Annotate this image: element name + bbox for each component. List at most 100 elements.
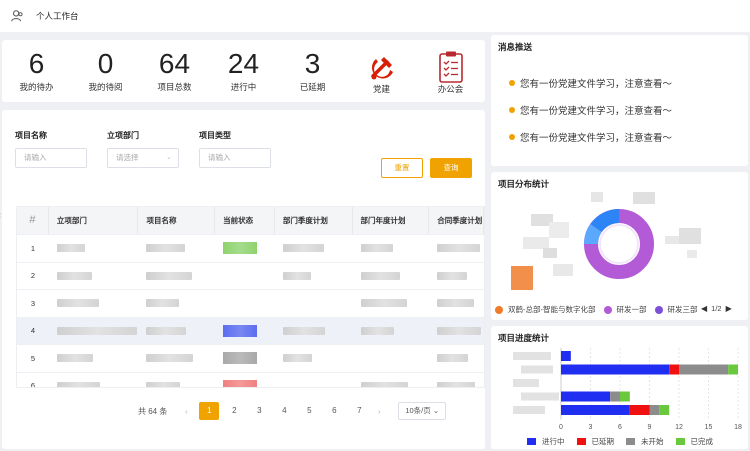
pagination-total: 共 64 条 bbox=[138, 406, 168, 416]
legend-item[interactable]: 研发三部 bbox=[654, 304, 698, 315]
clipboard-icon bbox=[438, 51, 463, 83]
chevron-left-icon[interactable]: ‹ bbox=[0, 210, 1, 221]
prev-page-icon[interactable]: ‹ bbox=[181, 407, 191, 416]
news-item[interactable]: 您有一份党建文件学习，注意查看～ bbox=[509, 96, 672, 123]
legend-prev-icon[interactable]: ◀ bbox=[701, 304, 707, 313]
page-number[interactable]: 1 bbox=[199, 402, 220, 420]
redacted-text bbox=[56, 271, 92, 280]
legend-label: 进行中 bbox=[542, 437, 565, 446]
shortcut-office-meeting[interactable]: 办公会 bbox=[416, 40, 485, 102]
page-number[interactable]: 5 bbox=[299, 402, 319, 420]
page-size-select[interactable]: 10条/页 ⌄ bbox=[398, 402, 447, 420]
legend-label: 研发一部 bbox=[616, 305, 647, 314]
legend-item[interactable]: 已延期 bbox=[576, 436, 615, 447]
table-row[interactable]: 4 bbox=[17, 316, 484, 344]
page-number[interactable]: 6 bbox=[324, 402, 344, 420]
page-number[interactable]: 7 bbox=[349, 402, 369, 420]
column-header: 合同季度计划 bbox=[429, 207, 484, 234]
stat-total-projects[interactable]: 64 项目总数 bbox=[140, 40, 209, 102]
progress-chart: 0 3 6 9 12 15 18 bbox=[513, 348, 742, 431]
bullet-dot-icon bbox=[509, 133, 515, 140]
project-table: # 立项部门 项目名称 当前状态 部门季度计划 部门年度计划 合同季度计划 1 2… bbox=[16, 206, 485, 388]
x-tick-label: 3 bbox=[589, 424, 593, 431]
page-number[interactable]: 3 bbox=[249, 402, 269, 420]
redacted-cell bbox=[138, 372, 215, 387]
legend-label: 已完成 bbox=[690, 437, 714, 446]
legend-item[interactable]: 未开始 bbox=[626, 436, 664, 447]
query-button[interactable]: 查询 bbox=[430, 158, 472, 178]
redacted-category-label bbox=[513, 352, 551, 360]
x-tick-label: 9 bbox=[648, 424, 652, 431]
table-row[interactable]: 5 bbox=[17, 344, 484, 372]
stat-value: 0 bbox=[97, 48, 114, 79]
top-bar: 个人工作台 bbox=[0, 0, 750, 32]
table-row[interactable]: 3 bbox=[17, 289, 484, 317]
stat-delayed[interactable]: 3 已延期 bbox=[278, 40, 347, 102]
redacted-cell bbox=[353, 235, 430, 262]
table-row[interactable]: 1 bbox=[17, 234, 484, 262]
legend-swatch bbox=[527, 438, 536, 445]
legend-item[interactable]: 研发一部 bbox=[603, 304, 647, 315]
stat-to-read[interactable]: 0 我的待阅 bbox=[71, 40, 140, 102]
table-row[interactable]: 6 bbox=[17, 371, 484, 387]
reset-button[interactable]: 重置 bbox=[381, 158, 423, 178]
redacted-text bbox=[437, 381, 476, 387]
project-type-input[interactable]: 请输入 bbox=[199, 148, 271, 168]
distribution-chart bbox=[511, 192, 701, 290]
redacted-cell bbox=[275, 372, 353, 387]
bar-segment bbox=[629, 405, 650, 415]
legend-swatch bbox=[603, 305, 612, 314]
progress-panel: 项目进度统计 0 3 6 9 12 15 18 进行中 已延期 未开始 已完成 bbox=[491, 326, 748, 449]
redacted-cell bbox=[138, 235, 215, 262]
redacted-cell bbox=[138, 290, 215, 317]
bar-segment bbox=[561, 364, 670, 375]
filter-label: 项目类型 bbox=[199, 131, 231, 140]
status-cell bbox=[215, 262, 275, 289]
stat-in-progress[interactable]: 24 进行中 bbox=[209, 40, 278, 102]
redacted-category-label bbox=[513, 379, 539, 387]
redacted-cell bbox=[353, 372, 430, 387]
department-select[interactable]: 请选择 ⌄ bbox=[107, 148, 179, 168]
project-name-input[interactable]: 请输入 bbox=[15, 148, 87, 168]
row-index: 4 bbox=[30, 326, 35, 336]
legend-item[interactable]: 双鹤-总部-智能与数字化部 bbox=[495, 304, 596, 315]
news-item[interactable]: 您有一份党建文件学习，注意查看～ bbox=[509, 69, 672, 96]
pagination: 共 64 条 ‹ 1234567 › 10条/页 ⌄ bbox=[138, 402, 447, 420]
legend-item[interactable]: 进行中 bbox=[527, 436, 565, 447]
legend-label: 已延期 bbox=[591, 437, 615, 446]
page-number[interactable]: 4 bbox=[274, 402, 294, 420]
x-tick-label: 18 bbox=[734, 424, 742, 431]
legend-next-icon[interactable]: ▶ bbox=[726, 304, 732, 313]
legend-label: 研发三部 bbox=[667, 305, 698, 314]
redacted-category-label bbox=[521, 365, 553, 374]
page-number[interactable]: 2 bbox=[224, 402, 244, 420]
stat-todo[interactable]: 6 我的待办 bbox=[2, 40, 71, 102]
news-panel: 消息推送 您有一份党建文件学习，注意查看～ 您有一份党建文件学习，注意查看～ 您有一… bbox=[491, 35, 748, 166]
shortcut-party[interactable]: 党建 bbox=[347, 40, 416, 102]
stat-value: 3 bbox=[304, 48, 321, 79]
status-cell bbox=[215, 372, 275, 387]
user-icon[interactable] bbox=[10, 9, 24, 23]
stat-label: 我的待阅 bbox=[88, 82, 123, 92]
redacted-text bbox=[146, 381, 181, 387]
shortcut-label: 党建 bbox=[372, 84, 390, 94]
column-header: 当前状态 bbox=[215, 207, 275, 234]
redacted-cell bbox=[429, 262, 484, 289]
legend-item[interactable]: 已完成 bbox=[675, 436, 714, 447]
bar-segment bbox=[649, 405, 660, 415]
redacted-text bbox=[146, 354, 194, 363]
next-page-icon[interactable]: › bbox=[374, 407, 384, 416]
redacted-cell bbox=[49, 262, 139, 289]
table-header: # 立项部门 项目名称 当前状态 部门季度计划 部门年度计划 合同季度计划 bbox=[17, 207, 484, 234]
redacted-cell bbox=[353, 345, 430, 372]
redacted-text bbox=[437, 299, 475, 308]
status-cell bbox=[215, 317, 275, 344]
redacted-text bbox=[146, 271, 193, 280]
status-badge bbox=[223, 324, 258, 337]
status-cell bbox=[215, 235, 275, 262]
filter-project-name: 项目名称 请输入 bbox=[15, 130, 87, 168]
project-list-panel: 项目名称 请输入 立项部门 请选择 ⌄ 项目类型 请输入 重置 查询 ‹ # 立… bbox=[0, 110, 485, 449]
table-row[interactable]: 2 bbox=[17, 261, 484, 290]
filter-label: 项目名称 bbox=[15, 131, 47, 140]
legend-swatch bbox=[576, 438, 586, 445]
